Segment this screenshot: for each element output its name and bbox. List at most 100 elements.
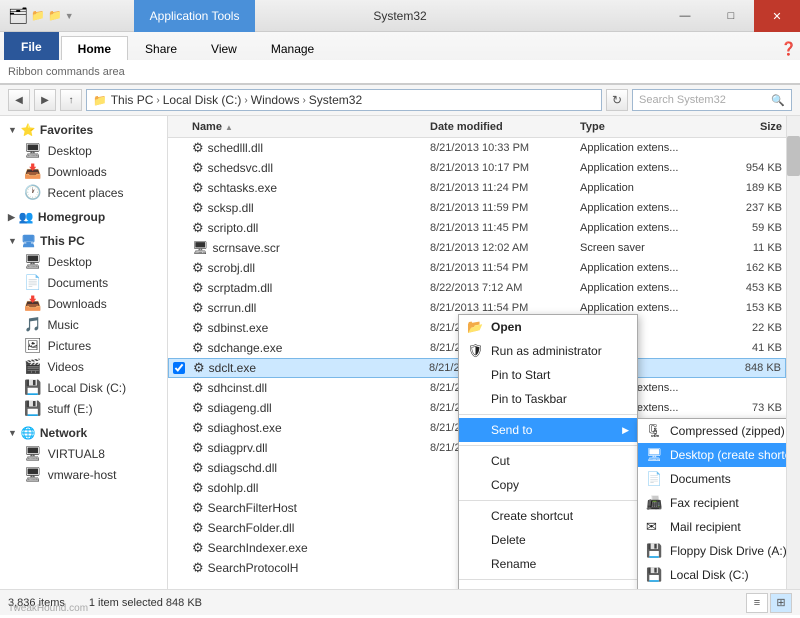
sendto-compressed[interactable]: 🗜 Compressed (zipped) folder [638,419,786,443]
forward-button[interactable]: ▶ [34,89,56,111]
sendto-localdisk[interactable]: 💾 Local Disk (C:) [638,563,786,587]
view-controls: ≡ ⊞ [746,593,792,613]
file-row[interactable]: ⚙scripto.dll 8/21/2013 11:45 PM Applicat… [168,218,786,238]
sidebar-item-music[interactable]: 🎵Music [0,314,167,335]
fax-icon: 📠 [646,495,662,511]
stuff-icon: 💾 [24,400,41,417]
network-icon: 🌐 [21,426,36,440]
downloads-icon: 📥 [24,163,41,180]
app-tab[interactable]: Application Tools [134,0,256,32]
search-box[interactable]: Search System32 🔍 [632,89,792,111]
col-header-type[interactable]: Type [576,121,716,133]
col-header-date[interactable]: Date modified [426,121,576,133]
sendto-documents[interactable]: 📄 Documents [638,467,786,491]
sidebar-item-recent[interactable]: 🕐Recent places [0,182,167,203]
pc-desktop-icon: 🖥 [24,253,42,270]
file-checkbox[interactable] [173,362,185,374]
file-row[interactable]: ⚙schtasks.exe 8/21/2013 11:24 PM Applica… [168,178,786,198]
file-icon: ⚙ [192,400,204,416]
address-path[interactable]: 📁 This PC › Local Disk (C:) › Windows › … [86,89,602,111]
context-separator-1 [459,414,637,415]
desktop-shortcut-icon: 🖥 [646,447,663,463]
sidebar-item-desktop[interactable]: 🖥Desktop [0,140,167,161]
file-row[interactable]: ⚙schedlll.dll 8/21/2013 10:33 PM Applica… [168,138,786,158]
path-thispc[interactable]: This PC [111,93,154,107]
context-menu-properties[interactable]: Properties [459,583,637,589]
tab-share[interactable]: Share [128,36,194,60]
address-bar: ◀ ▶ ↑ 📁 This PC › Local Disk (C:) › Wind… [0,85,800,116]
pictures-icon: 🖼 [24,337,42,354]
file-icon: ⚙ [192,260,204,276]
col-header-name[interactable]: Name ▲ [188,121,426,133]
file-row[interactable]: ⚙scrobj.dll 8/21/2013 11:54 PM Applicati… [168,258,786,278]
maximize-button[interactable]: □ [708,0,754,32]
path-localdisk[interactable]: Local Disk (C:) [163,93,242,107]
file-icon: 🖥 [192,240,209,256]
sidebar-item-virtual8[interactable]: 🖥VIRTUAL8 [0,443,167,464]
sendto-dvd[interactable]: 💿 DVD RW Drive (D:) [638,587,786,589]
sendto-desktop[interactable]: 🖥 Desktop (create shortcut) [638,443,786,467]
sidebar-item-stuff[interactable]: 💾stuff (E:) [0,398,167,419]
file-row[interactable]: ⚙schedsvc.dll 8/21/2013 10:17 PM Applica… [168,158,786,178]
context-menu-sendto[interactable]: Send to 🗜 Compressed (zipped) folder 🖥 D… [459,418,637,442]
file-row[interactable]: ⚙scksp.dll 8/21/2013 11:59 PM Applicatio… [168,198,786,218]
up-button[interactable]: ↑ [60,89,82,111]
context-menu-open[interactable]: 📂 Open [459,315,637,339]
tab-view[interactable]: View [194,36,254,60]
thispc-icon: 🖥 [21,234,36,248]
sidebar-favorites-header[interactable]: ▼ ⭐ Favorites [0,120,167,140]
file-icon: ⚙ [192,160,204,176]
scrollbar[interactable] [786,116,800,589]
context-menu-pin-start[interactable]: Pin to Start [459,363,637,387]
file-row[interactable]: 🖥scrnsave.scr 8/21/2013 12:02 AM Screen … [168,238,786,258]
path-system32[interactable]: System32 [309,93,362,107]
file-icon: ⚙ [192,200,204,216]
sidebar-item-pictures[interactable]: 🖼Pictures [0,335,167,356]
context-menu-cut[interactable]: Cut [459,449,637,473]
sidebar-item-documents[interactable]: 📄Documents [0,272,167,293]
file-icon: ⚙ [192,420,204,436]
sidebar-item-downloads[interactable]: 📥Downloads [0,161,167,182]
sidebar-item-vmware[interactable]: 🖥vmware-host [0,464,167,485]
help-button[interactable]: ❓ [778,38,800,60]
back-button[interactable]: ◀ [8,89,30,111]
context-menu-create-shortcut[interactable]: Create shortcut [459,504,637,528]
floppy-icon: 💾 [646,543,662,559]
sidebar-item-pc-downloads[interactable]: 📥Downloads [0,293,167,314]
desktop-icon: 🖥 [24,142,42,159]
file-row[interactable]: ⚙scrptadm.dll 8/22/2013 7:12 AM Applicat… [168,278,786,298]
pc-downloads-icon: 📥 [24,295,41,312]
context-menu-rename[interactable]: Rename [459,552,637,576]
context-menu-run-as-admin[interactable]: 🛡 Run as administrator [459,339,637,363]
context-menu-copy[interactable]: Copy [459,473,637,497]
context-menu-delete[interactable]: Delete [459,528,637,552]
details-view-button[interactable]: ≡ [746,593,768,613]
file-icon: ⚙ [192,320,204,336]
sendto-mail[interactable]: ✉ Mail recipient [638,515,786,539]
col-header-size[interactable]: Size [716,121,786,133]
selected-info: 1 item selected 848 KB [89,597,202,609]
minimize-button[interactable]: — [662,0,708,32]
sidebar-item-localdisk[interactable]: 💾Local Disk (C:) [0,377,167,398]
refresh-button[interactable]: ↻ [606,89,628,111]
sendto-floppy[interactable]: 💾 Floppy Disk Drive (A:) [638,539,786,563]
file-icon: ⚙ [192,460,204,476]
sidebar-network-header[interactable]: ▼ 🌐 Network [0,423,167,443]
tab-file[interactable]: File [4,32,59,60]
sidebar-item-videos[interactable]: 🎬Videos [0,356,167,377]
sidebar-homegroup-header[interactable]: ▶ 👥 Homegroup [0,207,167,227]
close-button[interactable]: ✕ [754,0,800,32]
open-icon: 📂 [467,319,483,335]
sidebar-item-pc-desktop[interactable]: 🖥Desktop [0,251,167,272]
sidebar-thispc-header[interactable]: ▼ 🖥 This PC [0,231,167,251]
file-icon: ⚙ [192,520,204,536]
virtual8-icon: 🖥 [24,445,42,462]
list-view-button[interactable]: ⊞ [770,593,792,613]
path-windows[interactable]: Windows [251,93,300,107]
videos-icon: 🎬 [24,358,41,375]
compressed-icon: 🗜 [646,423,663,439]
context-menu-pin-taskbar[interactable]: Pin to Taskbar [459,387,637,411]
sendto-fax[interactable]: 📠 Fax recipient [638,491,786,515]
tab-home[interactable]: Home [61,36,128,60]
tab-manage[interactable]: Manage [254,36,331,60]
